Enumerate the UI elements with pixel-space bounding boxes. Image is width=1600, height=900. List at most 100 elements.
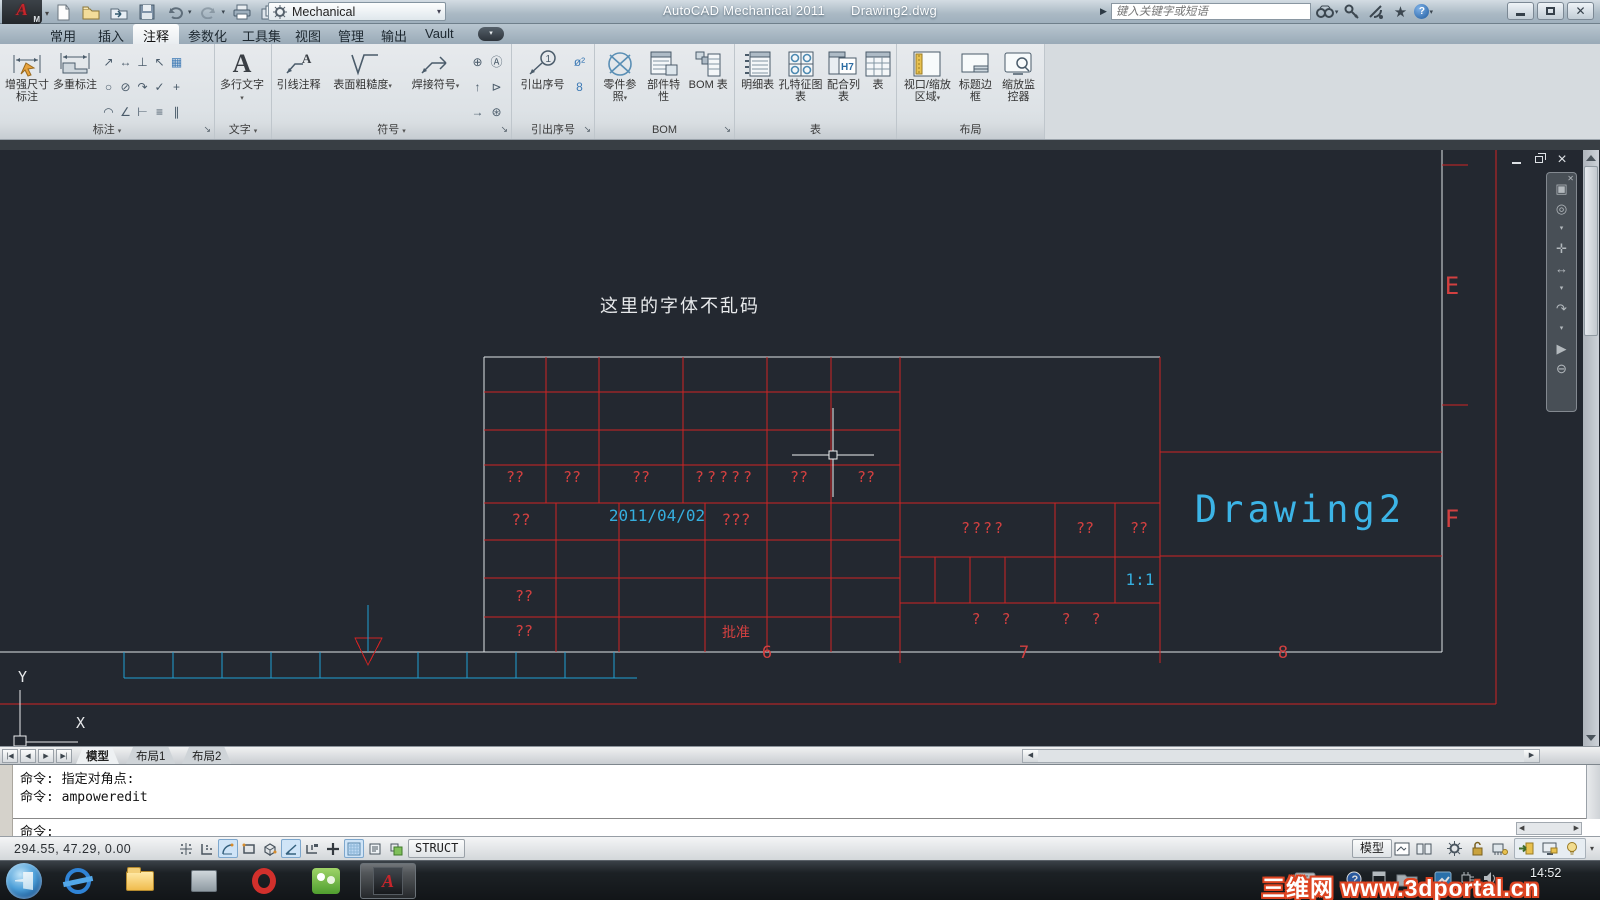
- dim-tool-icon[interactable]: ≡: [151, 99, 168, 124]
- scroll-right-icon[interactable]: ▶: [1574, 823, 1579, 834]
- restore-button[interactable]: [1537, 2, 1564, 20]
- panel-footer-layout[interactable]: 布局: [897, 123, 1044, 139]
- search-icon[interactable]: [1315, 3, 1335, 20]
- favorites-star-icon[interactable]: ★: [1390, 3, 1410, 21]
- tab-layout1[interactable]: 布局1: [126, 747, 175, 764]
- full-navigation-wheel-icon[interactable]: ◎: [1556, 202, 1567, 215]
- command-line-window[interactable]: 命令: 指定对角点: 命令: ampoweredit 命令: ◀ ▶: [0, 764, 1600, 840]
- doc-minimize-button[interactable]: [1508, 153, 1524, 166]
- navigation-bar[interactable]: ✕ ▣ ◎ ▾ ✛ ↔ ▾ ↷ ▾ ▶ ⊖: [1546, 172, 1577, 412]
- chevron-down-icon[interactable]: ▾: [1560, 283, 1564, 295]
- dynamic-input-button[interactable]: [323, 839, 343, 858]
- dim-tool-icon[interactable]: ○: [100, 74, 117, 99]
- model-space-button[interactable]: 模型: [1352, 839, 1393, 858]
- dim-tool-icon[interactable]: ◠: [100, 99, 117, 124]
- last-layout-button[interactable]: ▶|: [56, 749, 72, 763]
- drawing-canvas[interactable]: 这里的字体不乱码 ?? ?? ?? ????? ?? ?? ?? 2011/04…: [0, 150, 1600, 746]
- search-input[interactable]: [1110, 3, 1311, 20]
- panel-footer-balloon[interactable]: 引出序号 ↘: [512, 123, 594, 139]
- scroll-left-icon[interactable]: ◀: [1519, 823, 1524, 834]
- dialog-launcher-icon[interactable]: ↘: [500, 122, 508, 137]
- grid-display-button[interactable]: [197, 839, 217, 858]
- panel-footer-text[interactable]: 文字 ▾: [215, 123, 271, 139]
- quick-properties-button[interactable]: [365, 839, 385, 858]
- tab-model[interactable]: 模型: [76, 747, 119, 764]
- part-properties-button[interactable]: 部件特性: [643, 47, 685, 103]
- mtext-button[interactable]: A 多行文字▾: [219, 47, 265, 105]
- dim-tool-icon[interactable]: ↷: [134, 74, 151, 99]
- scroll-left-icon[interactable]: ◀: [1023, 750, 1038, 762]
- bom-table-button[interactable]: BOM 表: [686, 47, 730, 91]
- internet-explorer-icon[interactable]: [58, 865, 98, 897]
- tray-dropdown-icon[interactable]: ▾: [1590, 844, 1594, 853]
- object-snap-3d-button[interactable]: [260, 839, 280, 858]
- showmotion-icon[interactable]: ▶: [1557, 342, 1567, 355]
- infer-constraints-button[interactable]: [218, 839, 238, 858]
- explorer-folder-icon[interactable]: [120, 865, 160, 897]
- search-dropdown-icon[interactable]: ▾: [1335, 8, 1339, 16]
- dim-tool-icon[interactable]: ↔: [117, 49, 134, 74]
- ortho-mode-button[interactable]: [239, 839, 259, 858]
- workspace-gear-button[interactable]: [1444, 839, 1464, 858]
- doc-restore-button[interactable]: [1531, 153, 1547, 166]
- panel-footer-table[interactable]: 表: [735, 123, 896, 139]
- zoom-extents-icon[interactable]: ↔: [1555, 262, 1568, 275]
- hardware-acceleration-button[interactable]: [1490, 839, 1510, 858]
- next-layout-button[interactable]: ▶: [38, 749, 54, 763]
- navbar-close-icon[interactable]: ✕: [1567, 173, 1574, 185]
- balloon-button[interactable]: 1 引出序号: [516, 47, 569, 91]
- object-snap-tracking-button[interactable]: [281, 839, 301, 858]
- canvas-horizontal-scrollbar[interactable]: ◀ ▶: [1022, 749, 1540, 763]
- command-window-grip[interactable]: [0, 765, 13, 837]
- surface-texture-button[interactable]: 表面粗糙度▾: [323, 47, 402, 93]
- multiple-dimension-button[interactable]: 多重标注: [52, 47, 98, 91]
- chevron-down-icon[interactable]: ▾: [1560, 323, 1564, 335]
- help-dropdown-icon[interactable]: ▾: [1429, 8, 1433, 16]
- tab-annotate[interactable]: 注释: [133, 24, 180, 44]
- title-border-button[interactable]: 标题边框: [956, 47, 995, 103]
- ribbon-minimize-button[interactable]: ▾: [478, 27, 504, 41]
- opera-icon[interactable]: [244, 865, 284, 897]
- symbol-tool-icon[interactable]: ⊕: [469, 49, 486, 74]
- tab-parametric[interactable]: 参数化: [178, 24, 237, 44]
- tab-home[interactable]: 常用: [40, 24, 86, 44]
- contacts-app-icon[interactable]: [306, 865, 346, 897]
- scroll-up-icon[interactable]: [1586, 155, 1596, 161]
- autocad-taskbar-button[interactable]: A: [360, 863, 416, 899]
- dialog-launcher-icon[interactable]: ↘: [203, 122, 211, 137]
- panel-footer-dimension[interactable]: 标注 ▾ ↘: [0, 123, 214, 139]
- drawing-quickview-button[interactable]: [1414, 839, 1434, 858]
- symbol-tool-icon[interactable]: →: [469, 99, 486, 124]
- chevron-down-icon[interactable]: ▾: [1560, 223, 1564, 235]
- command-horizontal-scrollbar[interactable]: ◀ ▶: [1516, 822, 1582, 835]
- symbol-tool-icon[interactable]: Ⓐ: [488, 49, 505, 74]
- snap-mode-button[interactable]: [176, 839, 196, 858]
- viewport-zoom-area-button[interactable]: 视口/缩放区域▾: [901, 47, 954, 105]
- subscription-key-icon[interactable]: [1342, 3, 1362, 20]
- dim-tool-icon[interactable]: ↖: [151, 49, 168, 74]
- scroll-right-icon[interactable]: ▶: [1524, 750, 1539, 762]
- dynamic-ucs-button[interactable]: [302, 839, 322, 858]
- tab-output[interactable]: 输出: [371, 24, 417, 44]
- fits-list-button[interactable]: H7 配合列表: [825, 47, 862, 103]
- layer-tools-button[interactable]: [386, 839, 406, 858]
- window-app-icon[interactable]: [184, 865, 224, 897]
- panel-footer-symbols[interactable]: 符号 ▾ ↘: [272, 123, 511, 139]
- tab-layout2[interactable]: 布局2: [182, 747, 231, 764]
- panel-footer-bom[interactable]: BOM ↘: [595, 123, 734, 139]
- orbit-icon[interactable]: ↷: [1556, 302, 1567, 315]
- scroll-down-icon[interactable]: [1586, 735, 1596, 741]
- clean-screen-button[interactable]: [1516, 839, 1536, 858]
- part-reference-button[interactable]: 零件参照▾: [599, 47, 641, 105]
- dim-tool-icon[interactable]: ⊥: [134, 49, 151, 74]
- zoom-monitor-button[interactable]: 缩放监控器: [997, 47, 1040, 103]
- hole-chart-button[interactable]: 孔特征图表: [778, 47, 823, 103]
- leader-note-button[interactable]: A 引线注释: [276, 47, 321, 91]
- dim-tool-icon[interactable]: ∥: [168, 99, 185, 124]
- dim-tool-icon[interactable]: +: [168, 74, 185, 99]
- balloon-tool-icon[interactable]: ø²: [571, 49, 588, 74]
- viewcube-icon[interactable]: ▣: [1555, 182, 1567, 195]
- toolbar-lock-button[interactable]: [1467, 839, 1487, 858]
- layout-quickview-button[interactable]: [1392, 839, 1412, 858]
- welding-symbol-button[interactable]: 焊接符号▾: [404, 47, 467, 93]
